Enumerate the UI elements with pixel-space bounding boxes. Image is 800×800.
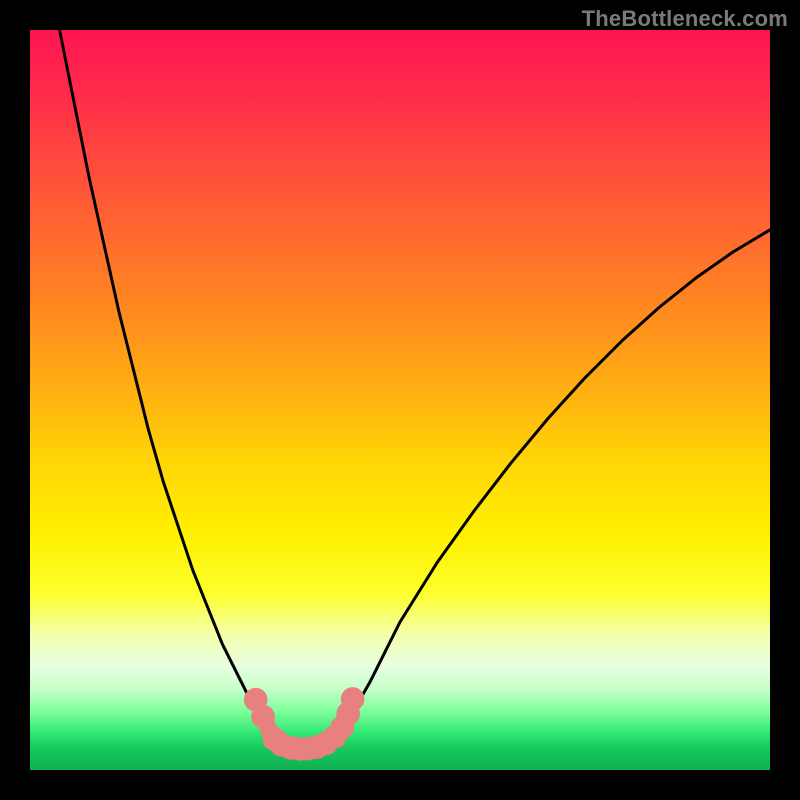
watermark-text: TheBottleneck.com	[582, 6, 788, 32]
chart-curves	[60, 30, 770, 749]
chart-svg	[0, 0, 800, 800]
marker-point	[341, 687, 365, 711]
chart-markers	[244, 687, 365, 761]
series-curve-right	[326, 230, 770, 744]
series-curve-left	[60, 30, 282, 744]
